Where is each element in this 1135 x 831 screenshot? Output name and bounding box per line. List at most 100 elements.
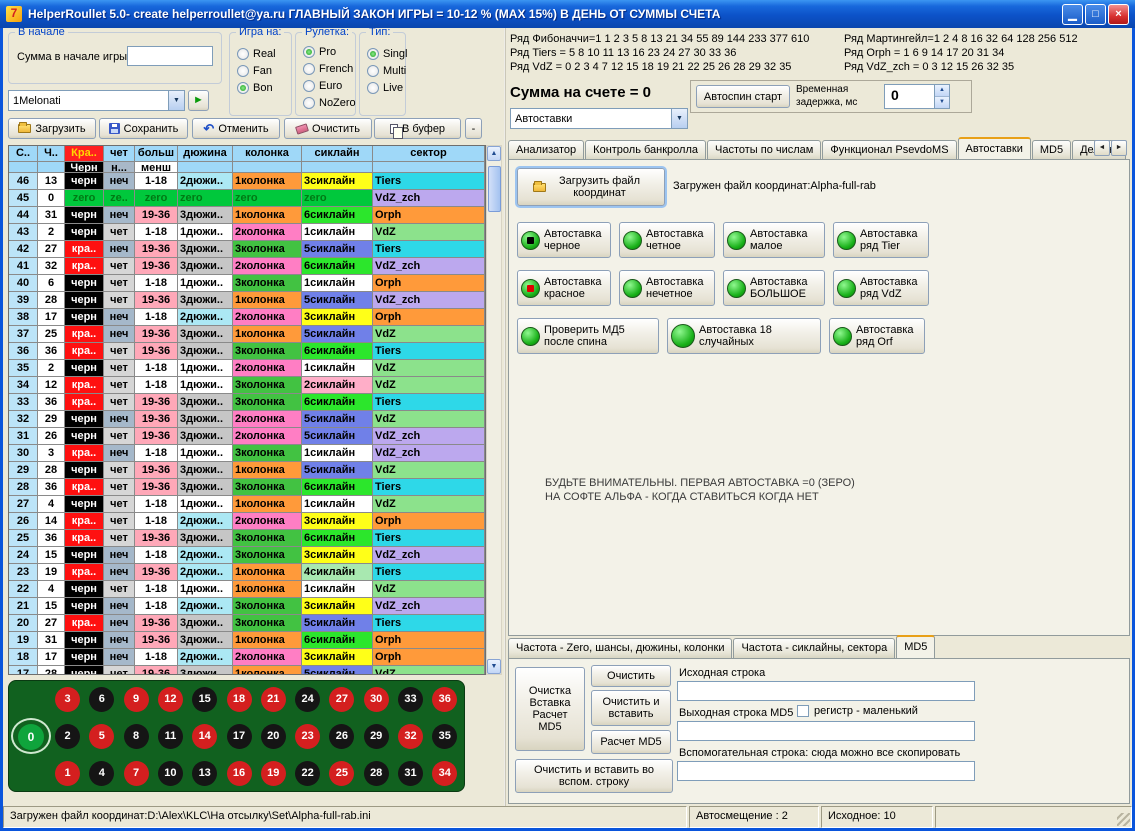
chevron-down-icon[interactable]: ▼	[671, 109, 687, 128]
board-number-24[interactable]: 24	[295, 687, 320, 712]
history-row[interactable]: 4132кра..чет19-363дюжи..2колонка6сиклайн…	[9, 258, 485, 275]
history-row[interactable]: 3412кра..чет1-181дюжи..3колонка2сиклайнV…	[9, 377, 485, 394]
play-button[interactable]: ►	[188, 90, 209, 111]
history-row[interactable]: 3336кра..чет19-363дюжи..3колонка6сиклайн…	[9, 394, 485, 411]
delay-spinner[interactable]: 0 ▲ ▼	[884, 84, 950, 109]
board-number-3[interactable]: 3	[55, 687, 80, 712]
radio-french[interactable]: French	[303, 60, 353, 77]
md5-clear-button[interactable]: Очистить	[591, 665, 671, 687]
history-row[interactable]: 3817черннеч1-182дюжи..2колонка3сиклайнOr…	[9, 309, 485, 326]
bet-button-9[interactable]: Автоставка 18 случайных	[667, 318, 821, 354]
board-number-6[interactable]: 6	[89, 687, 114, 712]
tab-анализатор[interactable]: Анализатор	[508, 140, 584, 160]
radio-pro[interactable]: Pro	[303, 43, 353, 60]
radio-multi[interactable]: Multi	[367, 62, 403, 79]
history-row[interactable]: 3126чернчет19-363дюжи..2колонка5сиклайнV…	[9, 428, 485, 445]
md5-clear-paste-aux-button[interactable]: Очистить и вставить во вспом. строку	[515, 759, 673, 793]
board-number-17[interactable]: 17	[227, 724, 252, 749]
board-number-18[interactable]: 18	[227, 687, 252, 712]
maximize-button[interactable]: □	[1085, 4, 1106, 25]
tab-функционал-psevdoms[interactable]: Функционал PsevdoMS	[822, 140, 956, 160]
tab-контроль-банкролла[interactable]: Контроль банкролла	[585, 140, 706, 160]
tab-автоставки[interactable]: Автоставки	[958, 137, 1031, 160]
board-number-29[interactable]: 29	[364, 724, 389, 749]
radio-bon[interactable]: Bon	[237, 79, 289, 96]
spinner-down-icon[interactable]: ▼	[935, 97, 949, 108]
aux-string-input[interactable]	[677, 761, 975, 781]
tab-md5[interactable]: MD5	[896, 635, 935, 658]
load-button[interactable]: Загрузить	[8, 118, 96, 139]
board-number-13[interactable]: 13	[192, 761, 217, 786]
bet-button-6[interactable]: Автоставка БОЛЬШОЕ	[723, 270, 825, 306]
history-row[interactable]: 4613черннеч1-182дюжи..1колонка3сиклайнTi…	[9, 173, 485, 190]
board-number-15[interactable]: 15	[192, 687, 217, 712]
minus-button[interactable]: -	[465, 118, 482, 139]
output-string-input[interactable]	[677, 721, 975, 741]
preset-combo[interactable]: 1Melonati ▼	[8, 90, 185, 111]
history-row[interactable]: 4431черннеч19-363дюжи..1колонка6сиклайнO…	[9, 207, 485, 224]
history-row[interactable]: 2836кра..чет19-363дюжи..3колонка6сиклайн…	[9, 479, 485, 496]
md5-clear-paste-button[interactable]: Очистить и вставить	[591, 690, 671, 726]
scroll-down-icon[interactable]: ▼	[487, 659, 501, 674]
board-number-12[interactable]: 12	[158, 687, 183, 712]
board-number-2[interactable]: 2	[55, 724, 80, 749]
md5-calc-button[interactable]: Расчет MD5	[591, 730, 671, 754]
board-number-9[interactable]: 9	[124, 687, 149, 712]
board-number-19[interactable]: 19	[261, 761, 286, 786]
history-table[interactable]: С..Ч..Кра..четбольшдюжинаколонкасиклайнс…	[8, 145, 486, 675]
board-number-33[interactable]: 33	[398, 687, 423, 712]
history-row[interactable]: 3928чернчет19-363дюжи..1колонка5сиклайнV…	[9, 292, 485, 309]
chevron-down-icon[interactable]: ▼	[168, 91, 184, 110]
radio-fan[interactable]: Fan	[237, 62, 289, 79]
history-row[interactable]: 274чернчет1-181дюжи..1колонка1сиклайнVdZ	[9, 496, 485, 513]
history-row[interactable]: 2536кра..чет19-363дюжи..3колонка6сиклайн…	[9, 530, 485, 547]
board-number-11[interactable]: 11	[158, 724, 183, 749]
bet-button-2[interactable]: Автоставка малое	[723, 222, 825, 258]
radio-live[interactable]: Live	[367, 79, 403, 96]
history-row[interactable]: 2928чернчет19-363дюжи..1колонка5сиклайнV…	[9, 462, 485, 479]
tab-scroll-right-icon[interactable]: ►	[1111, 140, 1127, 156]
bet-button-5[interactable]: Автоставка нечетное	[619, 270, 715, 306]
board-number-8[interactable]: 8	[124, 724, 149, 749]
resize-grip[interactable]	[1117, 813, 1130, 826]
history-row[interactable]: 352чернчет1-181дюжи..2колонка1сиклайнVdZ	[9, 360, 485, 377]
start-sum-input[interactable]	[127, 46, 213, 66]
board-number-16[interactable]: 16	[227, 761, 252, 786]
buffer-button[interactable]: В буфер	[374, 118, 461, 139]
history-row[interactable]: 3725кра..неч19-363дюжи..1колонка5сиклайн…	[9, 326, 485, 343]
spinner-up-icon[interactable]: ▲	[935, 85, 949, 97]
board-number-36[interactable]: 36	[432, 687, 457, 712]
history-row[interactable]: 1817черннеч1-182дюжи..2колонка3сиклайнOr…	[9, 649, 485, 666]
bet-button-10[interactable]: Автоставка ряд Orf	[829, 318, 925, 354]
board-number-21[interactable]: 21	[261, 687, 286, 712]
history-row[interactable]: 450zeroze..zerozerozerozeroVdZ_zch	[9, 190, 485, 207]
tab-частоты-по-числам[interactable]: Частоты по числам	[707, 140, 821, 160]
history-row[interactable]: 2027кра..неч19-363дюжи..3колонка5сиклайн…	[9, 615, 485, 632]
load-coords-button[interactable]: Загрузить файл координат	[517, 168, 665, 206]
history-row[interactable]: 2614кра..чет1-182дюжи..2колонка3сиклайнO…	[9, 513, 485, 530]
radio-nozero[interactable]: NoZero	[303, 94, 353, 111]
board-number-32[interactable]: 32	[398, 724, 423, 749]
register-checkbox[interactable]: регистр - маленький	[797, 705, 918, 717]
radio-real[interactable]: Real	[237, 45, 289, 62]
radio-euro[interactable]: Euro	[303, 77, 353, 94]
board-number-4[interactable]: 4	[89, 761, 114, 786]
board-number-14[interactable]: 14	[192, 724, 217, 749]
scroll-thumb[interactable]	[488, 166, 501, 212]
tab-частота-сиклайны-сектора[interactable]: Частота - сиклайны, сектора	[733, 638, 895, 658]
bet-button-3[interactable]: Автоставка ряд Tier	[833, 222, 929, 258]
history-row[interactable]: 4227кра..неч19-363дюжи..3колонка5сиклайн…	[9, 241, 485, 258]
clear-button[interactable]: Очистить	[284, 118, 372, 139]
undo-button[interactable]: ↶ Отменить	[192, 118, 280, 139]
bet-button-8[interactable]: Проверить МД5 после спина	[517, 318, 659, 354]
board-number-34[interactable]: 34	[432, 761, 457, 786]
history-row[interactable]: 1728чернчет19-363дюжи..1колонка5сиклайнV…	[9, 666, 485, 675]
bet-button-1[interactable]: Автоставка четное	[619, 222, 715, 258]
board-number-5[interactable]: 5	[89, 724, 114, 749]
board-number-7[interactable]: 7	[124, 761, 149, 786]
board-number-22[interactable]: 22	[295, 761, 320, 786]
source-string-input[interactable]	[677, 681, 975, 701]
history-scrollbar[interactable]: ▲ ▼	[486, 145, 502, 675]
board-number-30[interactable]: 30	[364, 687, 389, 712]
minimize-button[interactable]: ▁	[1062, 4, 1083, 25]
